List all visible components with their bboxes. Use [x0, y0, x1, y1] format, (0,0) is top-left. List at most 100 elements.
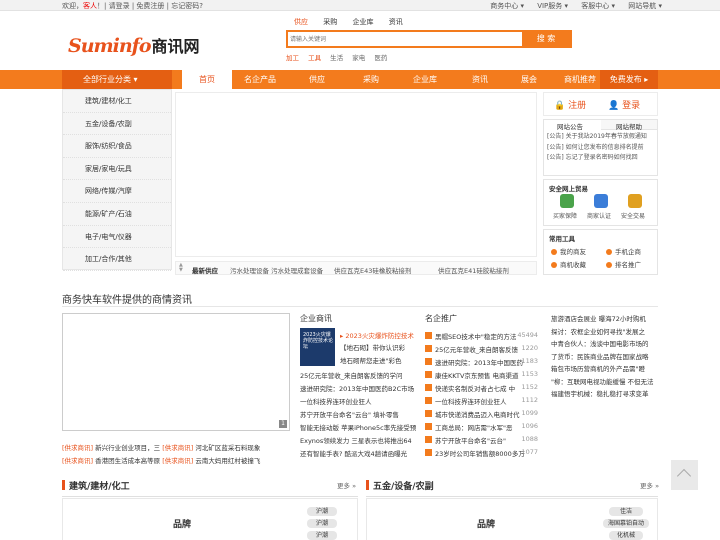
- brand-chip[interactable]: 化机械: [609, 531, 643, 540]
- company-news-item[interactable]: 25亿元年营收_来自朗客反馈的学问: [300, 370, 403, 380]
- list-item[interactable]: 一位科技界连环创业狂人 1112: [425, 396, 538, 408]
- category-heading-label[interactable]: 五金/设备/农副: [373, 482, 434, 492]
- news-title[interactable]: 新兴行业创业项目，三: [95, 442, 160, 455]
- register-button[interactable]: 🔒 注册: [554, 98, 586, 111]
- list-item[interactable]: 工商总局：网店需"水军"恶 1096: [425, 422, 538, 434]
- category-item[interactable]: 建筑/建材/化工: [63, 90, 171, 113]
- company-news-item[interactable]: 苏宁开放平台命名"云台" 填补零售: [300, 409, 399, 419]
- vip-service-link[interactable]: VIP服务 ▾: [537, 2, 568, 10]
- list-item[interactable]: 旅游酒店会展业 曝海72小时购机: [551, 313, 661, 326]
- tool-mobile[interactable]: 手机企商: [606, 246, 641, 256]
- list-item[interactable]: 了货币：民族商业品牌在国家战略: [551, 351, 661, 364]
- notice-item[interactable]: [公告] 忘记了登录名密码如何找回: [547, 153, 654, 164]
- category-heading-label[interactable]: 建筑/建材/化工: [69, 482, 130, 492]
- more-link[interactable]: 更多 »: [337, 480, 356, 490]
- category-item[interactable]: 电子/电气/仪器: [63, 226, 171, 249]
- search-tab-supply[interactable]: 供应: [294, 18, 308, 26]
- ticker-arrows[interactable]: ▲ ▼: [179, 263, 183, 273]
- list-item[interactable]: 探讨：农框企业如何寻找"发展之: [551, 326, 661, 339]
- list-item[interactable]: 中青合伙人：浅谈中国电影市场的: [551, 338, 661, 351]
- site-logo[interactable]: Suminfo商讯网: [68, 33, 200, 57]
- tool-my-friends[interactable]: 我的商友: [551, 246, 586, 256]
- list-item[interactable]: 23岁时公司年销售额8000多万 1077: [425, 448, 538, 460]
- list-item[interactable]: 黑帽SEO技术中"稳定的方法 45494: [425, 331, 538, 343]
- business-center-link[interactable]: 商务中心 ▾: [490, 2, 524, 10]
- search-input[interactable]: [290, 34, 520, 45]
- login-link[interactable]: 请登录: [109, 2, 130, 10]
- category-item[interactable]: 服饰/纺织/食品: [63, 135, 171, 158]
- list-item[interactable]: 箱包市场历营商机的外产品需"瞪: [551, 363, 661, 376]
- company-news-item[interactable]: 速进研究院：2013年中国医药B2C市场: [300, 383, 414, 393]
- nav-item-brand-products[interactable]: 名企产品: [232, 70, 288, 89]
- brand-chip[interactable]: 海国慕铂自动: [603, 519, 649, 528]
- hotword[interactable]: 工具: [308, 54, 321, 62]
- news-title[interactable]: 云南大妈用红村被撞飞: [195, 455, 260, 468]
- register-link[interactable]: 免费注册: [136, 2, 164, 10]
- news-tag[interactable]: [供求商讯]: [62, 455, 93, 468]
- company-news-item[interactable]: 一位科技界连环创业狂人: [300, 396, 372, 406]
- brand-chip[interactable]: 沪潮: [307, 519, 337, 528]
- search-button[interactable]: 搜 索: [522, 32, 570, 46]
- list-item[interactable]: 苏宁开放平台命名"云台" 1088: [425, 435, 538, 447]
- notice-item[interactable]: [公告] 如何让您发布的信息排名提前: [547, 143, 654, 154]
- banner-area[interactable]: [175, 92, 537, 257]
- tool-favorites[interactable]: 商机收藏: [551, 259, 586, 269]
- back-to-top-button[interactable]: [671, 460, 698, 490]
- list-item[interactable]: 福建悟宇机械：稳扎稳打寻求变革: [551, 388, 661, 401]
- search-tab-news[interactable]: 资讯: [389, 18, 403, 26]
- security-label[interactable]: 安全交易: [621, 211, 645, 220]
- category-item[interactable]: 五金/设备/农副: [63, 113, 171, 136]
- list-item[interactable]: 25亿元年营收_来自朗客反馈 1220: [425, 344, 538, 356]
- search-tab-purchase[interactable]: 采购: [323, 18, 337, 26]
- security-label[interactable]: 买家保障: [553, 211, 577, 220]
- nav-item-company[interactable]: 企业库: [396, 70, 454, 89]
- hotword[interactable]: 医药: [374, 54, 387, 62]
- all-categories-button[interactable]: 全部行业分类 ▾: [62, 70, 172, 89]
- brand-chip[interactable]: 沪潮: [307, 507, 337, 516]
- nav-item-news[interactable]: 资讯: [454, 70, 506, 89]
- hotword[interactable]: 生活: [330, 54, 343, 62]
- login-button[interactable]: 👤 登录: [608, 98, 640, 111]
- hotword[interactable]: 家电: [352, 54, 365, 62]
- news-tag[interactable]: [供求商讯]: [162, 442, 193, 455]
- news-title[interactable]: 香港团生活成本高等原: [95, 455, 160, 468]
- category-item[interactable]: 加工/合作/其他: [63, 248, 171, 271]
- security-label[interactable]: 商家认证: [587, 211, 611, 220]
- free-publish-button[interactable]: 免费发布 ▸: [600, 70, 658, 89]
- site-nav-link[interactable]: 网站导航 ▾: [628, 2, 662, 10]
- nav-item-expo[interactable]: 展会: [506, 70, 552, 89]
- category-item[interactable]: 能源/矿产/石油: [63, 203, 171, 226]
- news-tag[interactable]: [供求商讯]: [62, 442, 93, 455]
- slide-index-badge[interactable]: 1: [279, 420, 287, 428]
- category-item[interactable]: 网络/传媒/汽摩: [63, 180, 171, 203]
- company-news-headline[interactable]: ▸ 2023火灾爆炸防控技术: [340, 330, 414, 340]
- brand-chip[interactable]: 沪潮: [307, 531, 337, 540]
- ticker-item[interactable]: 供应瓦克E41硅胶粘接剂: [438, 265, 509, 275]
- company-news-thumbnail[interactable]: 2023火灾爆炸防控技术论坛: [300, 328, 335, 366]
- list-item[interactable]: "柳：互联网电视功能缓慢 不但无法: [551, 376, 661, 389]
- notice-item[interactable]: [公告] 关于我站2019年春节放假通知: [547, 132, 654, 143]
- news-image[interactable]: 1: [62, 313, 290, 431]
- list-item[interactable]: 康佳KKTV京东预售 电商渠道 1153: [425, 370, 538, 382]
- company-news-item[interactable]: Exynos领续发力 三星表示也将推出64: [300, 435, 412, 445]
- nav-item-home[interactable]: 首页: [182, 70, 232, 89]
- company-news-item[interactable]: 智能无接动版 苹果iPhone5c率先接受预: [300, 422, 416, 432]
- company-news-item[interactable]: 地石砌帮您走进"彩色: [340, 355, 402, 365]
- list-item[interactable]: 城市快递消费品迈入电商时代 1099: [425, 409, 538, 421]
- category-item[interactable]: 家居/家电/玩具: [63, 158, 171, 181]
- nav-item-supply[interactable]: 供应: [288, 70, 346, 89]
- customer-center-link[interactable]: 客服中心 ▾: [581, 2, 615, 10]
- hotword[interactable]: 加工: [286, 54, 299, 62]
- ticker-item[interactable]: 污水处理设备 污水处理成套设备: [230, 265, 323, 275]
- more-link[interactable]: 更多 »: [640, 480, 659, 490]
- list-item[interactable]: 快递实名制反对者占七成 中 1152: [425, 383, 538, 395]
- nav-item-purchase[interactable]: 采购: [346, 70, 396, 89]
- forgot-password-link[interactable]: 忘记密码?: [171, 2, 203, 10]
- tab-notices[interactable]: 网站公告: [544, 120, 601, 131]
- news-tag[interactable]: [供求商讯]: [162, 455, 193, 468]
- company-news-item[interactable]: 【地石砌】带你认识彩: [340, 342, 405, 352]
- ticker-item[interactable]: 供应瓦克E43硅橡胶粘接剂: [334, 265, 411, 275]
- company-news-item[interactable]: 还有智能手表? 酷派大戏4趟请函曝光: [300, 448, 407, 458]
- news-title[interactable]: 河北矿区蓝采石料现象: [195, 442, 260, 455]
- brand-chip[interactable]: 佳洁: [609, 507, 643, 516]
